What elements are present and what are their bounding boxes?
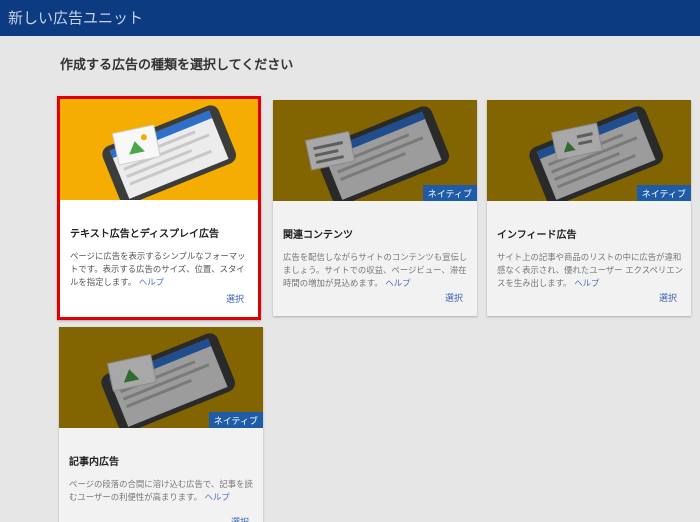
ad-type-card-related-content[interactable]: ネイティブ 関連コンテンツ 広告を配信しながらサイトのコンテンツも宣伝しましょう…: [273, 100, 477, 316]
card-description: サイト上の記事や商品のリストの中に広告が違和感なく表示され、優れたユーザー エク…: [497, 251, 683, 290]
app-header: 新しい広告ユニット: [0, 0, 700, 36]
select-button[interactable]: 選択: [659, 291, 677, 304]
select-button[interactable]: 選択: [231, 515, 249, 522]
native-badge: ネイティブ: [636, 185, 691, 201]
card-title: インフィード広告: [497, 230, 577, 241]
card-description: ページに広告を表示するシンプルなフォーマットです。表示する広告のサイズ、位置、ス…: [70, 250, 250, 289]
select-button[interactable]: 選択: [226, 292, 244, 305]
help-link[interactable]: ヘルプ: [205, 492, 230, 502]
help-link[interactable]: ヘルプ: [385, 278, 410, 288]
native-badge: ネイティブ: [422, 185, 477, 201]
ad-type-card-in-feed[interactable]: ネイティブ インフィード広告 サイト上の記事や商品のリストの中に広告が違和感なく…: [487, 100, 691, 316]
card-title: 関連コンテンツ: [283, 230, 353, 241]
help-link[interactable]: ヘルプ: [139, 277, 164, 287]
help-link[interactable]: ヘルプ: [574, 278, 599, 288]
card-title: テキスト広告とディスプレイ広告: [70, 229, 219, 240]
phone-illustration: ネイティブ: [273, 100, 477, 201]
phone-illustration: ネイティブ: [487, 100, 691, 201]
phone-illustration: ネイティブ: [59, 327, 263, 428]
section-heading: 作成する広告の種類を選択してください: [60, 58, 294, 73]
description-text: 広告を配信しながらサイトのコンテンツも宣伝しましょう。サイトでの収益、ページビュ…: [283, 252, 468, 288]
ad-type-card-text-display[interactable]: テキスト広告とディスプレイ広告 ページに広告を表示するシンプルなフォーマットです…: [57, 96, 261, 320]
select-button[interactable]: 選択: [445, 291, 463, 304]
ad-type-card-in-article[interactable]: ネイティブ 記事内広告 ページの段落の合間に溶け込む広告で、記事を読むユーザーの…: [59, 327, 263, 522]
card-description: ページの段落の合間に溶け込む広告で、記事を読むユーザーの利便性が高まります。 ヘ…: [69, 478, 255, 504]
card-description: 広告を配信しながらサイトのコンテンツも宣伝しましょう。サイトでの収益、ページビュ…: [283, 251, 469, 290]
phone-illustration: [60, 99, 258, 200]
card-title: 記事内広告: [69, 457, 119, 468]
page-title: 新しい広告ユニット: [8, 9, 144, 27]
native-badge: ネイティブ: [208, 412, 263, 428]
